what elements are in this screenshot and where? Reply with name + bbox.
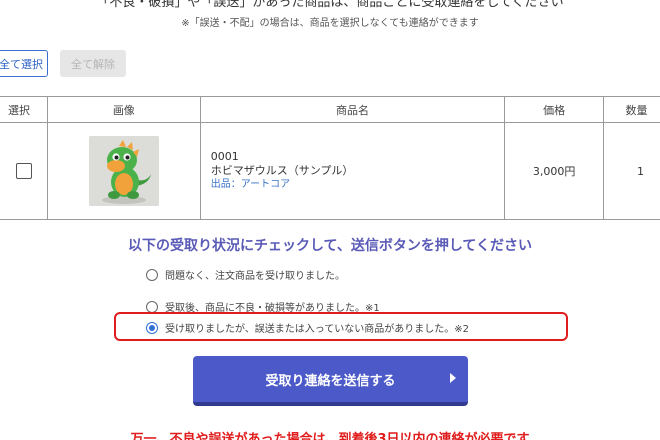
item-price: 3,000円 xyxy=(504,122,605,220)
option-received-ok[interactable]: 問題なく、注文商品を受け取りました。 xyxy=(146,267,345,282)
radio-button[interactable] xyxy=(146,300,158,313)
header-quantity: 数量 xyxy=(603,96,660,123)
select-all-button[interactable]: 全て選択 xyxy=(0,50,48,77)
item-code: 0001 xyxy=(210,150,239,163)
item-checkbox[interactable] xyxy=(15,163,32,179)
seller-link[interactable]: 出品：アートコア xyxy=(211,178,504,192)
clear-all-button[interactable]: 全て解除 xyxy=(60,50,126,77)
item-name: ホビマザウルス（サンプル） xyxy=(210,164,354,177)
instruction-heading: 以下の受取り状況にチェックして、送信ボタンを押してください xyxy=(127,238,533,254)
bottom-warning-text: 万一、不良や誤送があった場合は、到着後3日以内の連絡が必要です xyxy=(130,432,530,440)
product-name-cell: 0001 ホビマザウルス（サンプル） 出品：アートコア xyxy=(199,122,506,220)
header-select: 選択 xyxy=(0,96,48,123)
header-product-name: 商品名 xyxy=(199,96,506,123)
dinosaur-plush-image[interactable] xyxy=(88,136,159,206)
table-header-row: 選択 画像 商品名 価格 数量 xyxy=(0,96,660,123)
select-cell xyxy=(0,122,48,220)
option-label: 受け取りましたが、誤送または入っていない商品がありました。※2 xyxy=(165,324,470,335)
radio-button[interactable] xyxy=(146,268,158,281)
header-price: 価格 xyxy=(504,96,605,123)
submit-button-label: 受取り連絡を送信する xyxy=(265,373,396,389)
radio-button-selected[interactable] xyxy=(146,321,158,334)
option-label: 問題なく、注文商品を受け取りました。 xyxy=(165,271,345,282)
option-wrong-missing-item[interactable]: 受け取りましたが、誤送または入っていない商品がありました。※2 xyxy=(146,320,469,335)
notice-text: 「不良・破損」や「誤送」があった商品は、商品ごとに受取連絡をしてください xyxy=(96,0,564,10)
table-row: 0001 ホビマザウルス（サンプル） 出品：アートコア 3,000円 1 xyxy=(0,122,660,220)
image-cell xyxy=(46,122,201,220)
items-table: 選択 画像 商品名 価格 数量 0001 ホビマザウルス（サンプル） 出品：アー… xyxy=(0,96,660,220)
notice-subtext: ※「誤送・不配」の場合は、商品を選択しなくても連絡ができます xyxy=(181,18,479,29)
arrow-right-icon xyxy=(450,373,456,383)
item-quantity: 1 xyxy=(603,122,660,220)
header-image: 画像 xyxy=(46,96,201,123)
submit-receipt-button[interactable]: 受取り連絡を送信する xyxy=(193,356,468,406)
